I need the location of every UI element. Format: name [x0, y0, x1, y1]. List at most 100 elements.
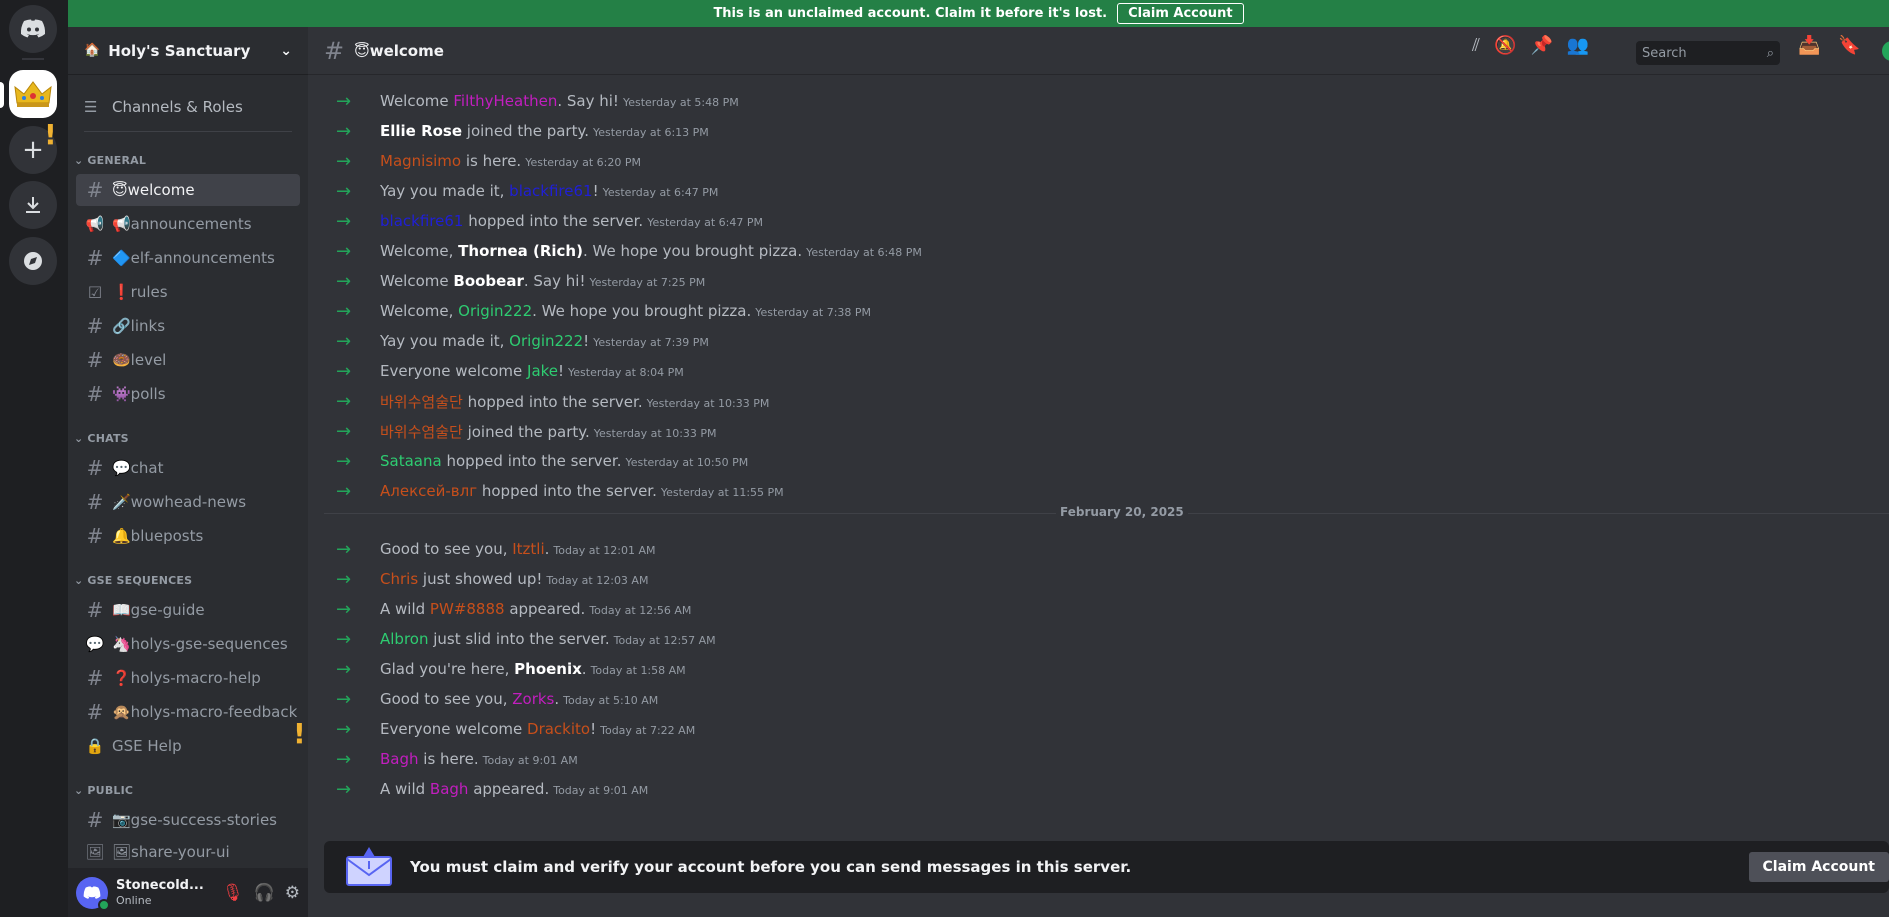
timestamp[interactable]: Yesterday at 10:33 PM — [647, 397, 770, 410]
channel-elf-announcements[interactable]: # 🔷elf-announcements — [76, 242, 300, 274]
username-link[interactable]: Itztli — [512, 540, 544, 558]
message-row[interactable]: → Yay you made it, blackfire61! Yesterday … — [308, 176, 1889, 206]
username-link[interactable]: Zorks — [512, 690, 554, 708]
message-row[interactable]: → A wild Bagh appeared. Today at 9:01 AM — [308, 774, 1889, 804]
user-info[interactable]: Stonecold... Online — [116, 878, 204, 908]
server-header[interactable]: 🏠 Holy's Sanctuary ⌄ — [68, 27, 308, 75]
claim-account-button[interactable]: Claim Account — [1748, 852, 1889, 882]
mute-microphone-icon[interactable]: 🎙 — [222, 883, 244, 903]
message-row[interactable]: → Chris just showed up! Today at 12:03 AM — [308, 564, 1889, 594]
download-icon[interactable] — [9, 181, 57, 229]
timestamp[interactable]: Today at 12:56 AM — [589, 604, 691, 617]
message-row[interactable]: → Welcome FilthyHeathen. Say hi! Yesterday… — [308, 86, 1889, 116]
message-row[interactable]: → A wild PW#8888 appeared. Today at 12:56 … — [308, 594, 1889, 624]
timestamp[interactable]: Yesterday at 8:04 PM — [568, 366, 684, 379]
message-row[interactable]: → 바위수염술단 joined the party. Yesterday at 10… — [308, 416, 1889, 446]
username-link[interactable]: Albron — [380, 630, 428, 648]
category-gse-sequences[interactable]: ⌄ GSE SEQUENCES — [74, 574, 192, 587]
search-input[interactable]: Search ⌕ — [1636, 41, 1780, 65]
message-row[interactable]: → Glad you're here, Phoenix. Today at 1:58… — [308, 654, 1889, 684]
timestamp[interactable]: Yesterday at 5:48 PM — [623, 96, 739, 109]
username-link[interactable]: Алексей-влг — [380, 482, 477, 500]
username-link[interactable]: blackfire61 — [509, 182, 592, 200]
username-link[interactable]: Sataana — [380, 452, 442, 470]
username-link[interactable]: blackfire61 — [380, 212, 463, 230]
pin-icon[interactable]: 📌 — [1530, 35, 1552, 56]
message-row[interactable]: → Sataana hopped into the server. Yesterda… — [308, 446, 1889, 476]
timestamp[interactable]: Yesterday at 11:55 PM — [661, 486, 784, 499]
timestamp[interactable]: Today at 5:10 AM — [563, 694, 658, 707]
message-row[interactable]: → Welcome, Thornea (Rich). We hope you br… — [308, 236, 1889, 266]
timestamp[interactable]: Today at 9:01 AM — [553, 784, 648, 797]
channel-gse-guide[interactable]: # 📖gse-guide — [76, 594, 300, 626]
avatar[interactable] — [76, 876, 110, 911]
message-row[interactable]: → Albron just slid into the server. Today … — [308, 624, 1889, 654]
message-row[interactable]: → Ellie Rose joined the party. Yesterday a… — [308, 116, 1889, 146]
username-link[interactable]: Chris — [380, 570, 418, 588]
channels-and-roles[interactable]: ☰ Channels & Roles — [76, 91, 300, 123]
timestamp[interactable]: Yesterday at 10:33 PM — [594, 427, 717, 440]
username-link[interactable]: Ellie Rose — [380, 122, 462, 140]
discover-icon[interactable] — [9, 237, 57, 285]
category-chats[interactable]: ⌄ CHATS — [74, 432, 129, 445]
channel-rules[interactable]: ☑ ❗rules — [76, 276, 300, 308]
username-link[interactable]: Bagh — [380, 750, 419, 768]
message-row[interactable]: → Алексей-влг hopped into the server. Yest… — [308, 476, 1889, 506]
timestamp[interactable]: Today at 7:22 AM — [600, 724, 695, 737]
discord-home-icon[interactable] — [9, 5, 57, 53]
settings-gear-icon[interactable]: ⚙ — [285, 883, 300, 903]
server-icon-holys-sanctuary[interactable] — [9, 70, 57, 118]
channel-polls[interactable]: # 👾polls — [76, 378, 300, 410]
timestamp[interactable]: Yesterday at 6:47 PM — [647, 216, 763, 229]
notification-muted-icon[interactable]: 🔕 — [1494, 35, 1516, 56]
channel-holys-macro-feedback[interactable]: # 🙊holys-macro-feedback — [76, 696, 300, 728]
channel-wowhead-news[interactable]: # 🗡️wowhead-news — [76, 486, 300, 518]
username-link[interactable]: 바위수염술단 — [380, 423, 463, 441]
username-link[interactable]: Magnisimo — [380, 152, 461, 170]
threads-icon[interactable]: ⫽ — [1472, 35, 1480, 56]
username-link[interactable]: FilthyHeathen — [453, 92, 557, 110]
timestamp[interactable]: Today at 12:01 AM — [553, 544, 655, 557]
message-row[interactable]: → Good to see you, Zorks. Today at 5:10 AM — [308, 684, 1889, 714]
channel-share-your-ui[interactable]: 🖼 🖼share-your-ui — [76, 838, 300, 866]
username-link[interactable]: Drackito — [527, 720, 590, 738]
username-link[interactable]: Jake — [527, 362, 558, 380]
timestamp[interactable]: Yesterday at 6:47 PM — [603, 186, 719, 199]
username-link[interactable]: Thornea (Rich) — [458, 242, 583, 260]
timestamp[interactable]: Today at 12:03 AM — [546, 574, 648, 587]
channel-gse-success-stories[interactable]: # 📷gse-success-stories — [76, 804, 300, 836]
username-link[interactable]: Origin222 — [458, 302, 532, 320]
channel-holys-gse-sequences[interactable]: 💬 🦄holys-gse-sequences — [76, 628, 300, 660]
username-link[interactable]: Origin222 — [509, 332, 583, 350]
headphones-icon[interactable]: 🎧 — [254, 883, 275, 903]
message-row[interactable]: → Everyone welcome Drackito! Today at 7:22… — [308, 714, 1889, 744]
username-link[interactable]: Boobear — [453, 272, 523, 290]
channel-blueposts[interactable]: # 🔔blueposts — [76, 520, 300, 552]
message-row[interactable]: → Yay you made it, Origin222! Yesterday at… — [308, 326, 1889, 356]
message-row[interactable]: → Everyone welcome Jake! Yesterday at 8:04… — [308, 356, 1889, 386]
username-link[interactable]: Bagh — [430, 780, 469, 798]
timestamp[interactable]: Yesterday at 10:50 PM — [625, 456, 748, 469]
timestamp[interactable]: Yesterday at 6:20 PM — [525, 156, 641, 169]
channel-gse-help[interactable]: 🔒 GSE Help — [76, 730, 300, 762]
username-link[interactable]: 바위수염술단 — [380, 393, 463, 411]
message-row[interactable]: → Magnisimo is here. Yesterday at 6:20 PM — [308, 146, 1889, 176]
message-row[interactable]: → Welcome Boobear. Say hi! Yesterday at 7:… — [308, 266, 1889, 296]
channel-links[interactable]: # 🔗links — [76, 310, 300, 342]
channel-level[interactable]: # 🍩level — [76, 344, 300, 376]
message-row[interactable]: → 바위수염술단 hopped into the server. Yesterday… — [308, 386, 1889, 416]
category-general[interactable]: ⌄ GENERAL — [74, 154, 146, 167]
timestamp[interactable]: Today at 9:01 AM — [483, 754, 578, 767]
timestamp[interactable]: Today at 1:58 AM — [591, 664, 686, 677]
message-row[interactable]: → blackfire61 hopped into the server. Yest… — [308, 206, 1889, 236]
timestamp[interactable]: Yesterday at 7:25 PM — [589, 276, 705, 289]
timestamp[interactable]: Today at 12:57 AM — [614, 634, 716, 647]
claim-account-banner-button[interactable]: Claim Account — [1117, 3, 1244, 24]
member-list-icon[interactable]: 👥 — [1567, 35, 1589, 56]
message-row[interactable]: → Bagh is here. Today at 9:01 AM — [308, 744, 1889, 774]
username-link[interactable]: Phoenix — [514, 660, 582, 678]
timestamp[interactable]: Yesterday at 6:13 PM — [593, 126, 709, 139]
bookmark-icon[interactable]: 🔖 — [1838, 35, 1860, 56]
timestamp[interactable]: Yesterday at 6:48 PM — [806, 246, 922, 259]
message-row[interactable]: → Good to see you, Itztli. Today at 12:01 … — [308, 534, 1889, 564]
